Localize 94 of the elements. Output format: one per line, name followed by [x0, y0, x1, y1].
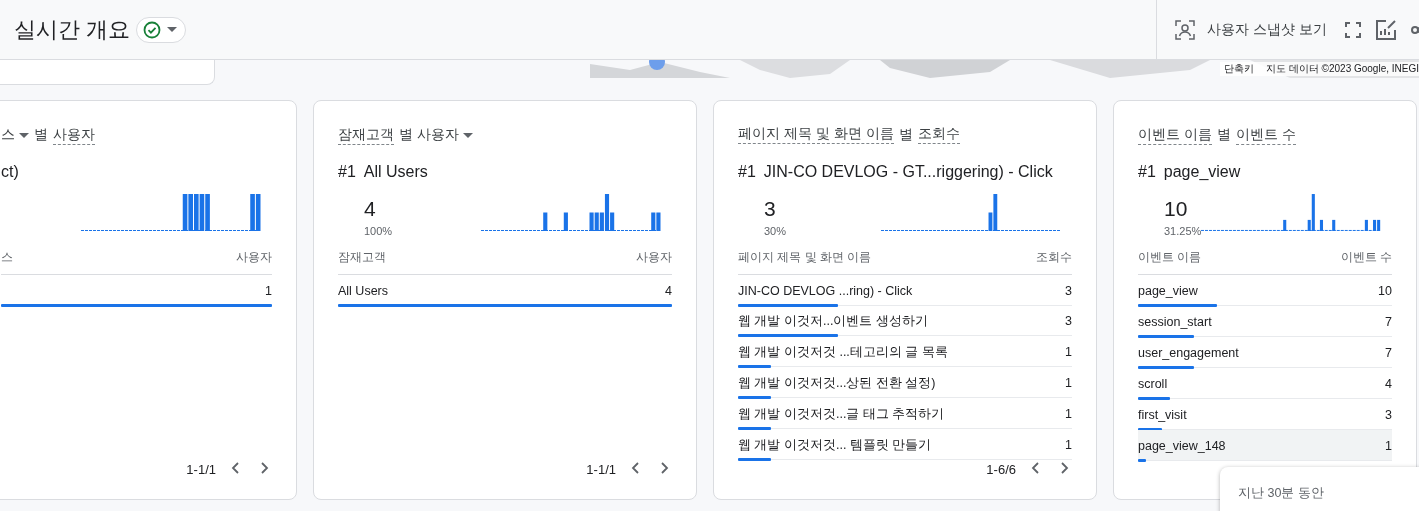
card-title[interactable]: 페이지 제목 및 화면 이름 — [738, 125, 894, 145]
table-cell-text: page_view — [1138, 283, 1198, 298]
status-chip[interactable] — [136, 16, 187, 43]
table-cell-text: 웹 개발 이것저...이벤트 생성하기 — [738, 312, 928, 330]
top-item-name: page_view — [1163, 163, 1241, 182]
fullscreen-icon[interactable] — [1345, 21, 1361, 38]
table-cell-text: 1 — [1385, 438, 1392, 453]
table-cell-text: 웹 개발 이것저것...상된 전환 설정) — [738, 374, 936, 392]
card-title: 별 — [898, 125, 913, 144]
top-item-value: 4 — [364, 197, 377, 221]
top-item-percent: 31.25% — [1164, 225, 1202, 237]
user-snapshot-button[interactable]: 사용자 스냅샷 보기 — [1171, 15, 1331, 44]
table-cell-text: first_visit — [1138, 407, 1187, 422]
table-cell-text: session_start — [1138, 314, 1212, 329]
pagination-label: 1-1/1 — [586, 462, 616, 477]
table-row[interactable]: page_view_148 1 — [1138, 430, 1392, 461]
table-row[interactable]: 1 — [1, 275, 272, 306]
table-row[interactable]: 웹 개발 이것저것...글 태그 추적하기 1 — [738, 398, 1072, 430]
check-circle-icon — [143, 20, 162, 39]
chevron-right-icon — [658, 462, 670, 474]
table-cell-text: scroll — [1138, 376, 1168, 391]
top-item-value: 3 — [764, 196, 777, 221]
chevron-right-icon — [258, 462, 270, 474]
column-header: 이벤트 수 — [1340, 249, 1392, 266]
caret-icon — [462, 132, 473, 138]
top-item-value: 10 — [1164, 197, 1189, 221]
rank-label: #1 — [738, 162, 756, 182]
table-cell-text: 1 — [1065, 437, 1072, 453]
column-header: 잠재고객 — [338, 249, 386, 266]
pagination-label: 1-1/1 — [186, 462, 216, 477]
column-header: 사용자 — [636, 249, 672, 266]
table-cell-text: 1 — [1065, 406, 1072, 422]
table-cell-text: All Users — [338, 283, 388, 298]
chevron-left-icon — [230, 462, 242, 474]
column-header: 페이지 제목 및 화면 이름 — [738, 248, 872, 266]
table-row[interactable]: All Users 4 — [338, 275, 672, 306]
card-title[interactable]: 이벤트 이름 — [1138, 125, 1212, 145]
table-cell-text: 웹 개발 이것저것...글 태그 추적하기 — [738, 405, 945, 423]
table-row[interactable]: JIN-CO DEVLOG ...ring) - Click 3 — [738, 274, 1072, 306]
chevron-right-icon — [1058, 462, 1070, 474]
top-item-percent: 30% — [764, 224, 787, 237]
caret-icon — [19, 132, 29, 138]
card-title[interactable]: 잠재고객 — [338, 125, 394, 145]
table-cell-text: user_engagement — [1138, 345, 1239, 360]
top-item-name: JIN-CO DEVLOG - GT...riggering) - Click — [763, 162, 1053, 182]
chevron-left-icon — [1030, 462, 1042, 474]
table-cell-text: 7 — [1385, 345, 1392, 360]
person-snapshot-icon — [1175, 19, 1196, 40]
table-cell-text: 3 — [1065, 282, 1072, 298]
caret-icon — [167, 27, 178, 32]
table-row[interactable]: 웹 개발 이것저것... 템플릿 만들기 1 — [738, 429, 1072, 460]
column-header: 사용자 — [236, 249, 272, 266]
card-title[interactable]: 스 — [1, 126, 29, 144]
rank-label: #1 — [338, 163, 356, 182]
table-cell-text: 4 — [1385, 376, 1392, 391]
table-row[interactable]: 웹 개발 이것저것 ...테고리의 글 목록 1 — [738, 336, 1072, 368]
table-cell-text: 1 — [1065, 344, 1072, 360]
card-title[interactable]: 별 사용자 — [399, 126, 473, 144]
card-title: 별 — [34, 126, 48, 144]
table-row[interactable]: scroll 4 — [1138, 368, 1392, 399]
card-title[interactable]: 조회수 — [917, 125, 960, 145]
rank-label: #1 — [1138, 163, 1156, 182]
table-cell-text: 3 — [1065, 313, 1072, 329]
map-attribution: 지도 데이터 ©2023 Google, INEGI — [1266, 62, 1419, 76]
table-row[interactable]: 웹 개발 이것저것...상된 전환 설정) 1 — [738, 367, 1072, 399]
column-header: 조회수 — [1036, 248, 1072, 266]
table-cell-text: 3 — [1385, 407, 1392, 422]
page-title: 실시간 개요 — [14, 15, 131, 44]
top-item-name: All Users — [363, 163, 428, 182]
card-title: 별 — [1216, 126, 1231, 144]
table-row[interactable]: page_view 10 — [1138, 275, 1392, 306]
card-title[interactable]: 사용자 — [53, 125, 95, 145]
table-row[interactable]: session_start 7 — [1138, 306, 1392, 337]
edit-chart-icon[interactable] — [1375, 18, 1397, 41]
table-cell-text: 웹 개발 이것저것... 템플릿 만들기 — [738, 436, 932, 454]
shortcuts-link[interactable]: 단축키 — [1224, 62, 1254, 76]
table-cell-text: 웹 개발 이것저것 ...테고리의 글 목록 — [738, 343, 948, 361]
top-item-name: ct) — [1, 163, 19, 182]
table-row[interactable]: user_engagement 7 — [1138, 337, 1392, 368]
pagination-label: 1-6/6 — [986, 462, 1016, 477]
table-cell-text: 7 — [1385, 314, 1392, 329]
card-title[interactable]: 이벤트 수 — [1235, 125, 1296, 145]
column-header: 이벤트 이름 — [1138, 249, 1202, 266]
table-cell-text: 1 — [265, 283, 272, 298]
top-item-percent: 100% — [364, 225, 393, 237]
chevron-left-icon — [630, 462, 642, 474]
table-cell-text: 4 — [665, 283, 672, 298]
table-row[interactable]: 웹 개발 이것저...이벤트 생성하기 3 — [738, 305, 1072, 337]
column-header: 스 — [1, 249, 13, 266]
table-cell-text: JIN-CO DEVLOG ...ring) - Click — [738, 282, 913, 298]
table-cell-text: 10 — [1378, 283, 1392, 298]
table-cell-text: page_view_148 — [1138, 438, 1226, 453]
table-cell-text: 1 — [1065, 375, 1072, 391]
tooltip: 지난 30분 동안 — [1220, 467, 1419, 511]
